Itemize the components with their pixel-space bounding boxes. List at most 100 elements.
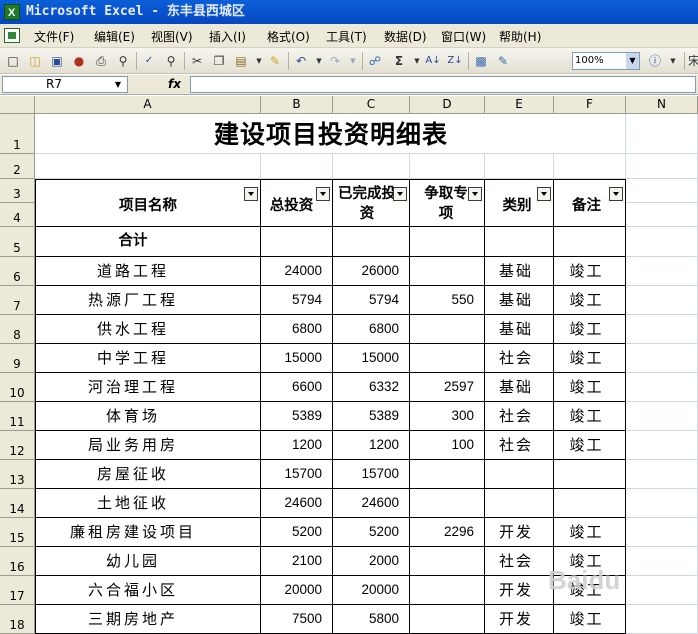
cell-column-n[interactable] (626, 402, 698, 431)
column-header-e[interactable]: E (485, 96, 554, 114)
autosum-icon[interactable]: Σ (390, 52, 408, 70)
cell-category[interactable]: 社会 (485, 431, 554, 460)
undo-icon[interactable]: ↶ (292, 52, 310, 70)
cell-remarks[interactable]: 竣工 (554, 518, 626, 547)
cell-d2[interactable] (410, 154, 485, 179)
cell-special-fund[interactable] (410, 489, 485, 518)
cell-remarks[interactable]: 竣工 (554, 373, 626, 402)
drawing-icon[interactable]: ✎ (494, 52, 512, 70)
cell-column-n[interactable] (626, 547, 698, 576)
cell-completed-investment[interactable]: 15700 (333, 460, 410, 489)
column-header-f[interactable]: F (554, 96, 626, 114)
row-header[interactable]: 12 (0, 431, 35, 460)
cell-total-investment[interactable]: 5200 (261, 518, 333, 547)
redo-dropdown-icon[interactable]: ▼ (344, 52, 362, 70)
cell-total-investment[interactable]: 6600 (261, 373, 333, 402)
cell-completed-investment[interactable]: 26000 (333, 257, 410, 286)
cell-completed-investment[interactable]: 2000 (333, 547, 410, 576)
cell-completed-investment[interactable]: 15000 (333, 344, 410, 373)
cell-b2[interactable] (261, 154, 333, 179)
cell-special-fund[interactable] (410, 344, 485, 373)
cell-special-fund[interactable] (410, 547, 485, 576)
cell-remarks[interactable]: 竣工 (554, 431, 626, 460)
cell-total-investment[interactable]: 5389 (261, 402, 333, 431)
row-header[interactable]: 5 (0, 227, 35, 257)
font-name-overflow[interactable]: 宋 (688, 52, 698, 70)
cell-project-name[interactable]: 六合福小区 (35, 576, 261, 605)
cell-n5[interactable] (626, 227, 698, 257)
cell-column-n[interactable] (626, 518, 698, 547)
menu-insert[interactable]: 插入(I) (209, 28, 246, 45)
cell-remarks[interactable]: 竣工 (554, 257, 626, 286)
cell-special-fund[interactable]: 550 (410, 286, 485, 315)
chart-wizard-icon[interactable]: ▩ (472, 52, 490, 70)
cell-special-fund[interactable]: 2296 (410, 518, 485, 547)
cell-project-name[interactable]: 幼儿园 (35, 547, 261, 576)
cell-column-n[interactable] (626, 286, 698, 315)
cell-completed-investment[interactable]: 6332 (333, 373, 410, 402)
menu-edit[interactable]: 编辑(E) (94, 28, 135, 45)
filter-dropdown-icon[interactable] (244, 187, 258, 201)
filter-dropdown-icon[interactable] (316, 187, 330, 201)
cell-column-n[interactable] (626, 460, 698, 489)
column-header-b[interactable]: B (261, 96, 333, 114)
cell-special-fund[interactable]: 100 (410, 431, 485, 460)
cell-f2[interactable] (554, 154, 626, 179)
row-header[interactable]: 14 (0, 489, 35, 518)
chevron-down-icon[interactable]: ▼ (115, 77, 121, 92)
cell-column-n[interactable] (626, 257, 698, 286)
cell-completed-investment[interactable]: 5800 (333, 605, 410, 634)
menu-data[interactable]: 数据(D) (384, 28, 427, 45)
cell-completed-investment[interactable]: 5200 (333, 518, 410, 547)
cell-special-fund[interactable] (410, 460, 485, 489)
cell-category[interactable] (485, 489, 554, 518)
cell-column-n[interactable] (626, 489, 698, 518)
cell-column-n[interactable] (626, 605, 698, 634)
cell-special-fund[interactable] (410, 576, 485, 605)
cell-project-name[interactable]: 中学工程 (35, 344, 261, 373)
column-header-a[interactable]: A (35, 96, 261, 114)
new-icon[interactable]: □ (4, 52, 22, 70)
cell-n1[interactable] (626, 114, 698, 154)
cell-completed-investment[interactable]: 1200 (333, 431, 410, 460)
cell-category[interactable]: 社会 (485, 402, 554, 431)
cell-remarks[interactable] (554, 460, 626, 489)
cell-total-investment[interactable]: 15700 (261, 460, 333, 489)
cell-project-name[interactable]: 土地征收 (35, 489, 261, 518)
cell-category[interactable]: 基础 (485, 286, 554, 315)
filter-dropdown-icon[interactable] (468, 187, 482, 201)
cell-remarks[interactable] (554, 489, 626, 518)
cell-remarks[interactable]: 竣工 (554, 344, 626, 373)
total-row-type[interactable] (485, 227, 554, 257)
formula-input[interactable] (190, 76, 696, 93)
hyperlink-icon[interactable]: ☍ (366, 52, 384, 70)
cell-category[interactable]: 基础 (485, 373, 554, 402)
cell-column-n[interactable] (626, 576, 698, 605)
cell-category[interactable] (485, 460, 554, 489)
cell-total-investment[interactable]: 2100 (261, 547, 333, 576)
cell-category[interactable]: 社会 (485, 344, 554, 373)
sort-asc-icon[interactable]: A↓ (424, 52, 442, 70)
cell-special-fund[interactable]: 2597 (410, 373, 485, 402)
filter-dropdown-icon[interactable] (393, 187, 407, 201)
row-header[interactable]: 10 (0, 373, 35, 402)
cell-e2[interactable] (485, 154, 554, 179)
cell-category[interactable]: 开发 (485, 518, 554, 547)
print-icon[interactable]: ⎙ (92, 52, 110, 70)
workbook-icon[interactable] (4, 28, 20, 43)
research-icon[interactable]: ⚲ (162, 52, 180, 70)
cell-total-investment[interactable]: 24000 (261, 257, 333, 286)
filter-dropdown-icon[interactable] (537, 187, 551, 201)
header-project-name[interactable]: 项目名称 (35, 179, 261, 227)
menu-view[interactable]: 视图(V) (151, 28, 193, 45)
cell-completed-investment[interactable]: 5389 (333, 402, 410, 431)
cell-category[interactable]: 开发 (485, 576, 554, 605)
cell-project-name[interactable]: 热源厂工程 (35, 286, 261, 315)
cell-total-investment[interactable]: 6800 (261, 315, 333, 344)
total-row-note[interactable] (554, 227, 626, 257)
open-icon[interactable]: ◫ (26, 52, 44, 70)
save-icon[interactable]: ▣ (48, 52, 66, 70)
filter-dropdown-icon[interactable] (609, 187, 623, 201)
cell-n3[interactable] (626, 179, 698, 203)
cell-total-investment[interactable]: 7500 (261, 605, 333, 634)
